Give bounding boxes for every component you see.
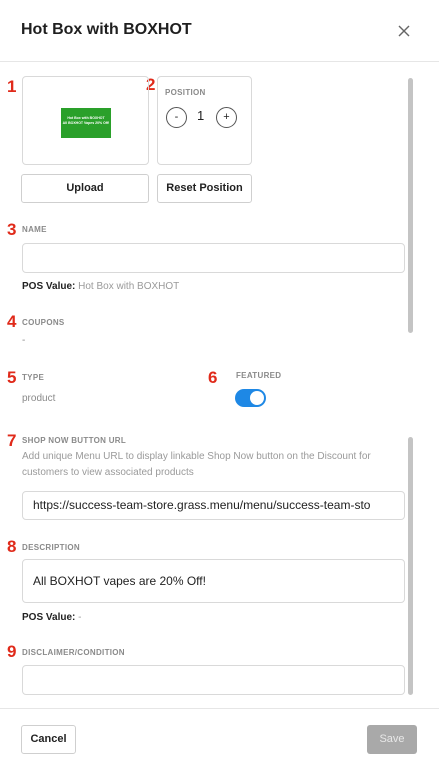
type-value: product (22, 393, 56, 404)
cancel-button[interactable]: Cancel (21, 725, 76, 754)
disclaimer-input[interactable] (22, 665, 405, 695)
toggle-knob (250, 391, 264, 405)
description-label: DESCRIPTION (22, 543, 80, 552)
marker-8: 8 (7, 537, 17, 556)
dialog-body: 1 2 3 4 5 6 7 8 9 Hot Box with BOXHOT Al… (0, 62, 439, 708)
position-increment-button[interactable]: + (216, 107, 237, 128)
dialog-title: Hot Box with BOXHOT (21, 21, 192, 38)
coupons-value: - (22, 335, 26, 346)
description-pos-text: - (78, 612, 82, 623)
scrollbar-thumb[interactable] (408, 78, 413, 333)
marker-5: 5 (7, 368, 17, 387)
name-pos-key: POS Value: (22, 281, 76, 292)
scrollbar-thumb-lower[interactable] (408, 437, 413, 695)
featured-toggle[interactable] (235, 389, 266, 407)
description-textarea[interactable]: All BOXHOT vapes are 20% Off! (22, 559, 405, 603)
image-preview: Hot Box with BOXHOT All BOXHOT Vapes 20%… (22, 76, 149, 165)
marker-7: 7 (7, 431, 17, 450)
close-icon[interactable] (395, 22, 413, 40)
description-pos-key: POS Value: (22, 612, 76, 623)
save-button[interactable]: Save (367, 725, 417, 754)
shop-now-url-input[interactable]: https://success-team-store.grass.menu/me… (22, 491, 405, 520)
shop-now-help-text: Add unique Menu URL to display linkable … (22, 451, 371, 478)
marker-6: 6 (208, 368, 218, 387)
name-pos-text: Hot Box with BOXHOT (78, 281, 180, 292)
name-input[interactable] (22, 243, 405, 273)
position-value: 1 (197, 108, 205, 123)
disclaimer-label: DISCLAIMER/CONDITION (22, 648, 125, 657)
shop-now-url-label: SHOP NOW BUTTON URL (22, 436, 127, 445)
upload-button[interactable]: Upload (21, 174, 149, 203)
description-pos-value: POS Value: - (22, 612, 81, 623)
marker-3: 3 (7, 220, 17, 239)
reset-position-button[interactable]: Reset Position (157, 174, 252, 203)
position-label: POSITION (165, 88, 206, 97)
dialog-header: Hot Box with BOXHOT (0, 0, 439, 62)
marker-1: 1 (7, 77, 17, 96)
name-label: NAME (22, 225, 47, 234)
featured-label: FEATURED (236, 371, 282, 380)
marker-4: 4 (7, 312, 17, 331)
coupons-label: COUPONS (22, 318, 65, 327)
marker-9: 9 (7, 642, 17, 661)
thumbnail-line-2: All BOXHOT Vapes 20% Off! (62, 121, 110, 125)
discount-thumbnail: Hot Box with BOXHOT All BOXHOT Vapes 20%… (61, 108, 111, 138)
name-pos-value: POS Value: Hot Box with BOXHOT (22, 281, 179, 292)
dialog-footer: Cancel Save (0, 708, 439, 767)
position-decrement-button[interactable]: - (166, 107, 187, 128)
type-label: TYPE (22, 373, 45, 382)
